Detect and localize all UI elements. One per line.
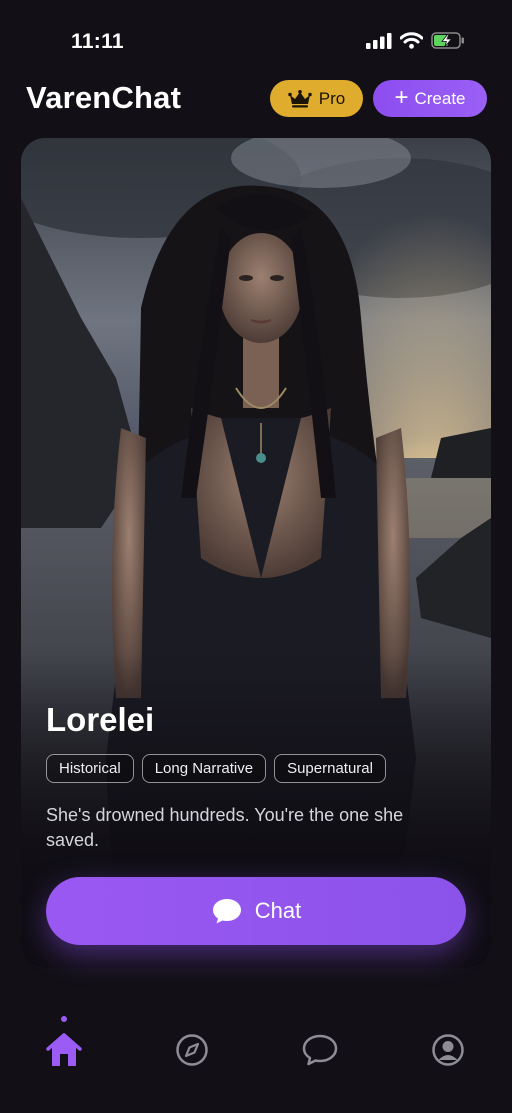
profile-icon (432, 1034, 464, 1066)
create-button[interactable]: + Create (373, 80, 487, 117)
nav-home[interactable] (44, 1030, 84, 1070)
create-label: Create (414, 88, 466, 108)
chat-label: Chat (254, 898, 302, 923)
status-bar: 11:11 (0, 0, 512, 80)
wifi-icon (400, 32, 423, 49)
character-tagline: She's drowned hundreds. You're the one s… (46, 805, 404, 850)
tag-long-narrative: Long Narrative (141, 754, 267, 783)
nav-explore[interactable] (172, 1030, 212, 1070)
pro-button[interactable]: Pro (270, 80, 363, 117)
status-time: 11:11 (71, 30, 124, 53)
signal-icon (366, 32, 392, 49)
character-card[interactable]: Lorelei Historical Long Narrative Supern… (21, 138, 491, 968)
pro-label: Pro (318, 88, 346, 108)
tag-historical: Historical (46, 754, 134, 783)
nav-chats[interactable] (300, 1030, 340, 1070)
crown-icon (287, 89, 312, 107)
compass-icon (176, 1034, 208, 1066)
chat-icon (302, 1034, 338, 1066)
battery-charging-icon (431, 32, 464, 49)
app-title: VarenChat (26, 80, 182, 115)
tag-row: Historical Long Narrative Supernatural (46, 754, 386, 783)
status-icons (366, 32, 465, 49)
bottom-nav (0, 1010, 512, 1080)
tag-supernatural: Supernatural (274, 754, 386, 783)
home-icon (46, 1033, 82, 1066)
plus-icon: + (394, 83, 409, 111)
chat-bubble-icon (212, 899, 241, 924)
nav-profile[interactable] (428, 1030, 468, 1070)
character-name: Lorelei (46, 701, 155, 738)
chat-button[interactable]: Chat (46, 877, 466, 945)
